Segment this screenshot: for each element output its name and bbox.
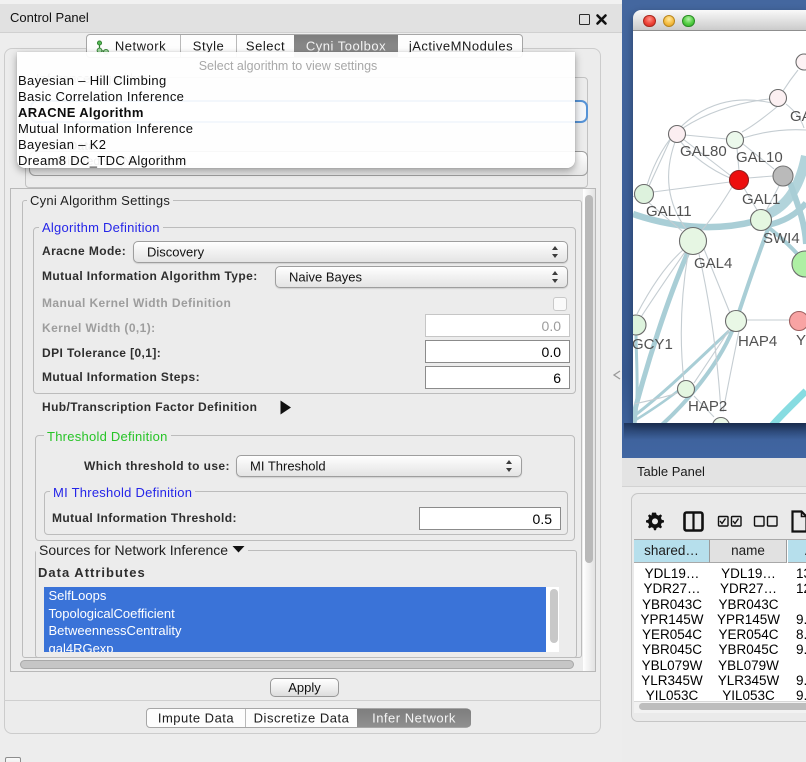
- svg-text:GAL80: GAL80: [680, 143, 727, 160]
- svg-text:Y: Y: [796, 332, 806, 349]
- svg-text:GAL7: GAL7: [790, 108, 806, 125]
- svg-text:GAL1: GAL1: [742, 191, 780, 208]
- svg-text:GAL4: GAL4: [694, 255, 732, 272]
- svg-text:GCY1: GCY1: [633, 336, 673, 353]
- svg-text:SWI4: SWI4: [763, 230, 800, 247]
- svg-text:HAP2: HAP2: [688, 398, 727, 415]
- svg-text:GAL10: GAL10: [736, 149, 783, 166]
- svg-text:GAL11: GAL11: [646, 203, 692, 220]
- svg-text:HAP4: HAP4: [738, 333, 777, 350]
